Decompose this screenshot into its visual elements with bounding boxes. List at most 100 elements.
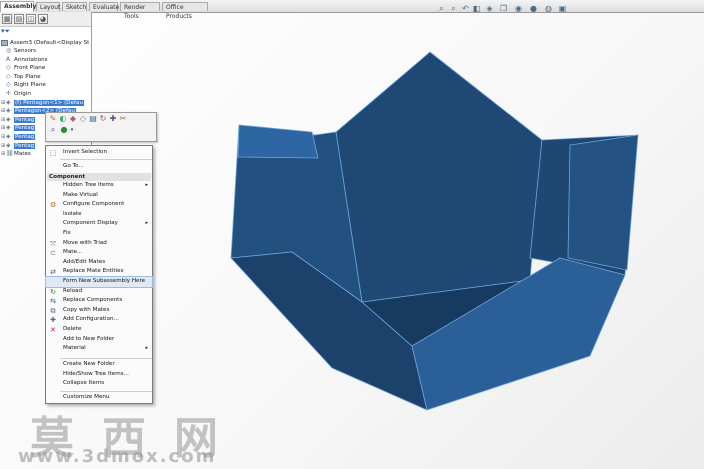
- add-config-icon: ✚: [50, 316, 56, 325]
- tree-item[interactable]: ⊞◈ Pentag: [1, 115, 36, 124]
- tree-item[interactable]: ◇ Right Plane: [6, 81, 46, 89]
- filter-icon[interactable]: ▾⏷: [1, 27, 19, 35]
- plane-icon: ◇: [6, 72, 11, 80]
- appearance-dropdown-icon[interactable]: ▾: [68, 126, 76, 134]
- menu-item-label: Add Configuration...: [63, 316, 119, 323]
- part-icon: ◈: [6, 98, 11, 106]
- tree-item-label: Front Plane: [14, 65, 46, 72]
- configure-icon: ⚙: [49, 201, 57, 210]
- menu-item[interactable]: Isolate: [46, 210, 152, 220]
- tree-item-label: Pentag: [14, 142, 36, 149]
- tree-root[interactable]: Assem3 (Default<Display St: [1, 39, 89, 47]
- menu-item[interactable]: ⚙ Configure Component: [46, 200, 152, 210]
- model-face-back: [335, 51, 543, 303]
- submenu-arrow-icon: ▸: [145, 220, 148, 227]
- appearance-icon[interactable]: ●: [60, 126, 68, 134]
- menu-item-label: Move with Triad: [63, 239, 107, 246]
- component-properties-icon[interactable]: ✚: [109, 115, 117, 123]
- plane-icon: ◇: [6, 64, 11, 72]
- triad-icon: ⤧: [50, 239, 56, 248]
- menu-item[interactable]: ✚ Add Configuration...: [46, 315, 152, 325]
- menu-item-invert-selection[interactable]: ⬚ Invert Selection: [46, 148, 152, 158]
- origin-icon: ✛: [6, 90, 12, 97]
- invert-selection-icon: ⬚: [49, 149, 57, 157]
- context-toolbar: ✎ ◐ ◆ ◇ ▤ ↻ ✚ ✂ ⌕ ● ▾: [45, 112, 157, 142]
- tree-item[interactable]: ⊞◈ Pentag: [1, 141, 36, 150]
- rebuild-icon[interactable]: ↻: [99, 115, 107, 123]
- tree-item[interactable]: ◇ Front Plane: [6, 64, 45, 72]
- tree-item[interactable]: ⊞◈ Pentag: [1, 124, 36, 132]
- tree-item[interactable]: ◇ Top Plane: [6, 73, 41, 81]
- menu-item-label: Material: [63, 345, 86, 352]
- menu-item[interactable]: Fix: [46, 229, 152, 239]
- menu-item-label: Make Virtual: [63, 191, 98, 198]
- menu-item[interactable]: ⧉ Copy with Mates: [46, 306, 152, 316]
- configuration-manager-tab-icon[interactable]: ◫: [26, 14, 36, 24]
- menu-item-label: Replace Mate Entities: [63, 268, 124, 275]
- menu-item-label: Configure Component: [63, 201, 125, 208]
- menu-item-label: Add/Edit Mates: [63, 258, 106, 265]
- property-manager-tab-icon[interactable]: ▤: [14, 14, 24, 24]
- menu-item[interactable]: Add to New Folder: [46, 335, 152, 345]
- feature-manager-toolbar: ▦ ▤ ◫ ◕: [0, 12, 91, 27]
- menu-item[interactable]: Hide/Show Tree Items...: [46, 370, 152, 380]
- menu-item-label: Delete: [63, 326, 82, 332]
- copy-icon: ⧉: [50, 306, 56, 315]
- menu-item-go-to[interactable]: Go To...: [46, 162, 152, 172]
- model-face-selected: [237, 124, 319, 159]
- suppress-icon[interactable]: ✂: [119, 115, 127, 123]
- menu-category-component: Component: [47, 173, 151, 181]
- display-manager-tab-icon[interactable]: ◕: [38, 14, 48, 24]
- tree-item-label: Sensors: [14, 48, 37, 54]
- tree-item[interactable]: ✛ Origin: [6, 90, 31, 98]
- part-icon: ◈: [6, 115, 11, 123]
- zoom-to-selection-icon[interactable]: ⌕: [49, 126, 57, 134]
- tree-item-label: Pentag: [14, 134, 36, 140]
- annotation-icon: A: [6, 55, 11, 63]
- menu-item-label: Create New Folder: [63, 361, 115, 367]
- part-icon: ◈: [6, 141, 11, 149]
- hide-components-icon[interactable]: ◐: [59, 115, 67, 123]
- replace-icon: ⇆: [50, 297, 56, 306]
- tree-item[interactable]: A Annotations: [6, 56, 48, 64]
- menu-item[interactable]: Collapse Items: [46, 379, 152, 389]
- change-transparency-icon[interactable]: ◇: [79, 115, 87, 123]
- menu-item-label: Isolate: [63, 210, 82, 217]
- tree-item[interactable]: ⊞◈ (f) Pentagon<1> (Defau: [1, 99, 84, 107]
- menu-item[interactable]: ⤧ Move with Triad: [46, 239, 152, 249]
- menu-item[interactable]: ✕ Delete: [46, 325, 152, 335]
- menu-item[interactable]: ↻ Reload: [46, 287, 152, 297]
- menu-item[interactable]: Form New Subassembly Here: [45, 276, 153, 288]
- menu-item-label: Mate...: [63, 249, 83, 256]
- submenu-arrow-icon: ▸: [145, 345, 148, 352]
- menu-item[interactable]: Add/Edit Mates: [46, 258, 152, 268]
- watermark-url: www.3dmox.com: [18, 446, 217, 467]
- menu-item[interactable]: ⊂ Mate...: [46, 248, 152, 258]
- tree-item-label: Pentag: [14, 116, 36, 123]
- menu-item[interactable]: Component Display ▸: [46, 219, 152, 229]
- tree-item[interactable]: ⊞⛓Mates: [1, 150, 31, 158]
- menu-item-label: Replace Components: [63, 297, 123, 304]
- open-part-icon[interactable]: ◆: [69, 115, 77, 123]
- tree-item[interactable]: ⊞◈ Pentag: [1, 133, 36, 141]
- menu-item-label: Hidden Tree Items: [63, 182, 114, 188]
- tree-item-label: Annotations: [14, 56, 48, 63]
- menu-item[interactable]: ⇄ Replace Mate Entities: [46, 267, 152, 277]
- menu-item-label: Fix: [63, 230, 71, 236]
- menu-item[interactable]: Material ▸: [46, 344, 152, 354]
- edit-part-icon[interactable]: ✎: [49, 115, 57, 123]
- replace-mate-icon: ⇄: [50, 268, 56, 277]
- menu-item[interactable]: Create New Folder: [46, 360, 152, 370]
- mates-icon: ⛓: [6, 150, 14, 158]
- part-icon: ◈: [6, 133, 11, 140]
- tree-item-label: Top Plane: [14, 73, 41, 80]
- tree-item[interactable]: ◎ Sensors: [6, 47, 36, 55]
- submenu-arrow-icon: ▸: [145, 182, 148, 188]
- menu-item[interactable]: Hidden Tree Items ▸: [46, 181, 152, 191]
- isolate-icon[interactable]: ▤: [89, 115, 97, 123]
- menu-divider: [60, 358, 152, 359]
- feature-tree-tab-icon[interactable]: ▦: [2, 14, 12, 24]
- menu-item[interactable]: ⇆ Replace Components: [46, 296, 152, 306]
- menu-item[interactable]: Make Virtual: [46, 191, 152, 201]
- reload-icon: ↻: [50, 287, 56, 296]
